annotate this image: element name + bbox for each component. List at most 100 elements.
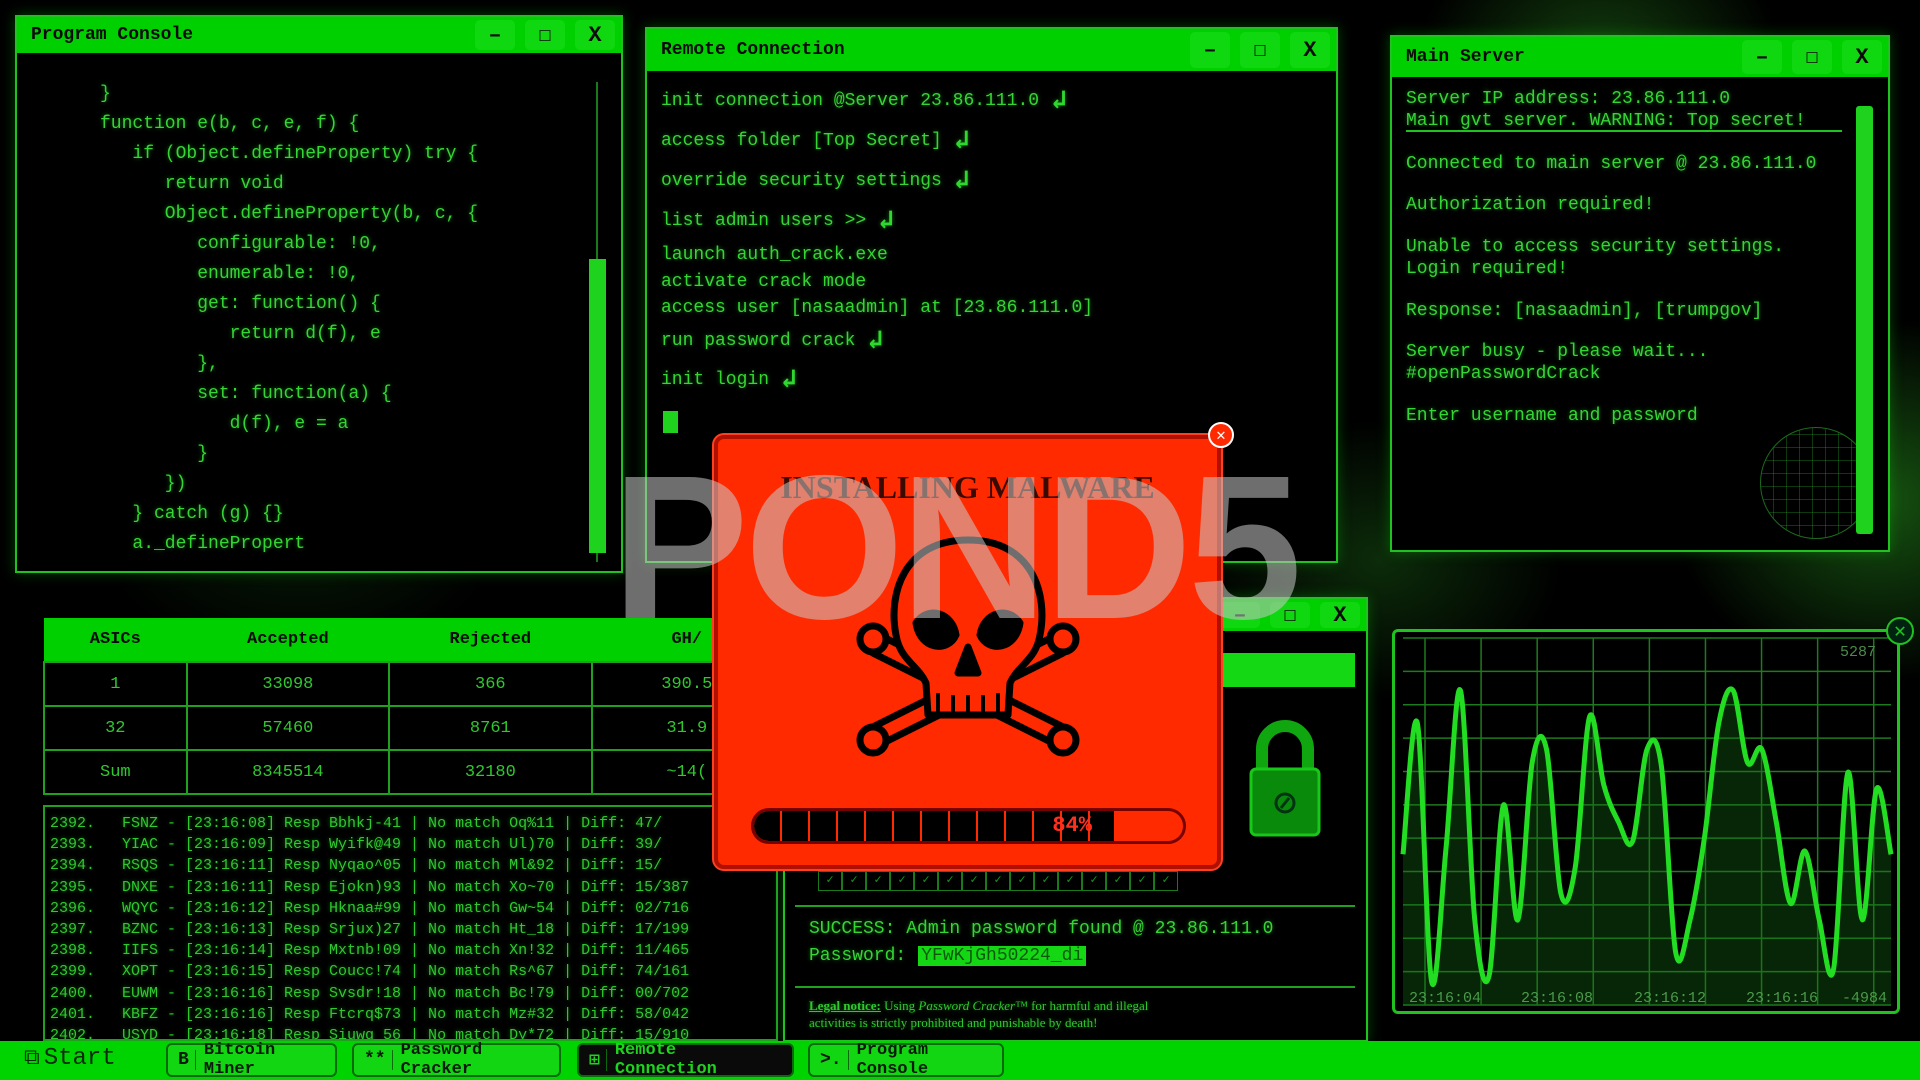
maximize-button[interactable]: ☐ bbox=[1240, 32, 1280, 68]
command-text: list admin users >> bbox=[661, 211, 867, 231]
progress-label: 84% bbox=[1052, 813, 1092, 838]
enter-arrow-icon: ↲ bbox=[878, 206, 894, 236]
command-line: list admin users >> ↲ bbox=[661, 205, 894, 236]
log-line: 2396. WQYC - [23:16:12] Resp Hknaa#99 | … bbox=[50, 899, 690, 917]
maximize-button[interactable]: ☐ bbox=[525, 20, 565, 50]
code-line: configurable: !0, bbox=[100, 234, 381, 254]
column-header: Accepted bbox=[247, 630, 329, 649]
popup-close-button[interactable]: ✕ bbox=[1208, 422, 1234, 448]
max-value-label: 5287 bbox=[1840, 644, 1876, 661]
x-tick-label: 23:16:12 bbox=[1634, 990, 1706, 1007]
taskbar-item-label: Password Cracker bbox=[400, 1041, 483, 1079]
taskbar-item-label: Bitcoin Miner bbox=[203, 1041, 276, 1079]
code-line: set: function(a) { bbox=[100, 384, 392, 404]
column-header: ASICs bbox=[89, 630, 141, 649]
table-cell: 32180 bbox=[388, 749, 593, 795]
lock-icon bbox=[1248, 719, 1322, 839]
command-line: access user [nasaadmin] at [23.86.111.0] bbox=[661, 298, 1093, 318]
success-message: SUCCESS: Admin password found @ 23.86.11… bbox=[809, 919, 1274, 939]
log-line: 2395. DNXE - [23:16:11] Resp Ejokn)93 | … bbox=[50, 878, 690, 896]
close-button[interactable]: X bbox=[1290, 32, 1330, 68]
minimize-button[interactable]: – bbox=[475, 20, 515, 50]
window-title: Main Server bbox=[1406, 47, 1525, 67]
enter-arrow-icon: ↲ bbox=[781, 365, 797, 395]
start-label: Start bbox=[43, 1045, 116, 1072]
command-line: activate crack mode bbox=[661, 272, 866, 292]
check-icon: ✓ bbox=[890, 871, 914, 891]
code-line: } catch (g) {} bbox=[100, 504, 284, 524]
app-icon: ⊞ bbox=[589, 1049, 607, 1071]
product-name: Password Cracker™ bbox=[918, 998, 1028, 1013]
command-line: init connection @Server 23.86.111.0 ↲ bbox=[661, 85, 1067, 116]
code-line: return void bbox=[100, 174, 284, 194]
legal-text: activities is strictly prohibited and pu… bbox=[809, 1015, 1098, 1030]
enter-arrow-icon: ↲ bbox=[953, 166, 970, 196]
legal-notice: Legal notice: Using Password Cracker™ fo… bbox=[809, 997, 1148, 1031]
check-icon: ✓ bbox=[1058, 871, 1082, 891]
taskbar-item-remote-connection[interactable]: ⊞ Remote Connection bbox=[577, 1041, 794, 1079]
code-line: return d(f), e bbox=[100, 324, 381, 344]
table-cell: 1 bbox=[43, 661, 188, 707]
taskbar-item-bitcoin-miner[interactable]: B Bitcoin Miner bbox=[166, 1041, 337, 1079]
taskbar-item-label: Program Console bbox=[856, 1041, 929, 1079]
taskbar-item-password-cracker[interactable]: ** Password Cracker bbox=[352, 1041, 561, 1079]
minimize-button[interactable]: – bbox=[1190, 32, 1230, 68]
command-text: run password crack bbox=[661, 331, 856, 351]
command-text: activate crack mode bbox=[661, 272, 867, 292]
check-icon: ✓ bbox=[842, 871, 866, 891]
enter-arrow-icon: ↲ bbox=[867, 326, 884, 356]
command-text: override security settings bbox=[661, 171, 942, 191]
server-line: Main gvt server. WARNING: Top secret! bbox=[1406, 111, 1806, 131]
table-cell: 8345514 bbox=[185, 749, 391, 795]
legal-text: for harmful and illegal bbox=[1027, 998, 1149, 1013]
divider bbox=[795, 986, 1355, 988]
check-icon: ✓ bbox=[986, 871, 1010, 891]
command-text: init login bbox=[661, 370, 770, 390]
check-icon: ✓ bbox=[1106, 871, 1130, 891]
log-line: 2400. EUWM - [23:16:16] Resp Svsdr!18 | … bbox=[50, 984, 690, 1002]
command-line: init login ↲ bbox=[661, 364, 797, 395]
command-line: override security settings ↲ bbox=[661, 165, 970, 196]
install-progress-bar: 84% bbox=[751, 808, 1186, 844]
code-line: Object.defineProperty(b, c, { bbox=[100, 204, 479, 224]
graph-close-button[interactable]: ✕ bbox=[1886, 617, 1914, 645]
title-bar[interactable]: Main Server – ☐ X bbox=[1392, 37, 1888, 77]
code-line: }) bbox=[100, 474, 187, 494]
line-chart: 23:16:04 23:16:08 23:16:12 23:16:16 5287 -498… bbox=[1400, 637, 1894, 1007]
log-line: 2394. RSQS - [23:16:11] Resp Nyqao^05 | … bbox=[50, 857, 663, 875]
program-console-window: Program Console – ☐ X } function e(b, c, … bbox=[15, 15, 623, 573]
minimize-button[interactable]: – bbox=[1742, 40, 1782, 74]
check-icon: ✓ bbox=[938, 871, 962, 891]
server-line: Enter username and password bbox=[1406, 406, 1698, 426]
server-line: Server busy - please wait... bbox=[1406, 342, 1709, 362]
title-bar[interactable]: Program Console – ☐ X bbox=[17, 17, 621, 53]
table-cell: 57460 bbox=[185, 705, 391, 751]
start-button[interactable]: ⧉ Start bbox=[24, 1045, 116, 1072]
maximize-button[interactable]: ☐ bbox=[1792, 40, 1832, 74]
password-value[interactable]: YFwKjGh50224_di bbox=[918, 946, 1087, 966]
check-icon: ✓ bbox=[866, 871, 890, 891]
check-icon: ✓ bbox=[1154, 871, 1178, 891]
log-line: 2402. USYD - [23:16:18] Resp Siuwg 56 | … bbox=[50, 1027, 690, 1041]
table-row: Sum 8345514 32180 ~14( bbox=[43, 749, 784, 795]
check-icon: ✓ bbox=[1034, 871, 1058, 891]
server-line: Response: [nasaadmin], [trumpgov] bbox=[1406, 301, 1763, 321]
main-server-window: Main Server – ☐ X Server IP address: 23.… bbox=[1390, 35, 1890, 552]
enter-arrow-icon: ↲ bbox=[1051, 86, 1067, 116]
check-cells: ✓ ✓ ✓ ✓ ✓ ✓ ✓ ✓ ✓ ✓ ✓ ✓ ✓ ✓ ✓ bbox=[818, 871, 1178, 891]
code-line: } bbox=[100, 444, 209, 464]
close-button[interactable]: X bbox=[1842, 40, 1882, 74]
x-tick-label: 23:16:16 bbox=[1746, 990, 1818, 1007]
check-icon: ✓ bbox=[1130, 871, 1154, 891]
taskbar-item-program-console[interactable]: >. Program Console bbox=[808, 1041, 1004, 1079]
table-cell: Sum bbox=[43, 749, 188, 795]
scrollbar-thumb[interactable] bbox=[1856, 106, 1873, 534]
table-row: 32 57460 8761 31.9 bbox=[43, 705, 784, 751]
close-button[interactable]: X bbox=[575, 20, 615, 50]
log-line: 2399. XOPT - [23:16:15] Resp Coucc!74 | … bbox=[50, 963, 690, 981]
server-line: Unable to access security settings. bbox=[1406, 237, 1785, 257]
crack-log-panel: 2392. FSNZ - [23:16:08] Resp Bbhkj-41 | … bbox=[43, 805, 778, 1041]
code-line: if (Object.defineProperty) try { bbox=[100, 144, 479, 164]
command-text: access user [nasaadmin] at [23.86.111.0] bbox=[661, 298, 1094, 318]
title-bar[interactable]: Remote Connection – ☐ X bbox=[647, 29, 1336, 71]
